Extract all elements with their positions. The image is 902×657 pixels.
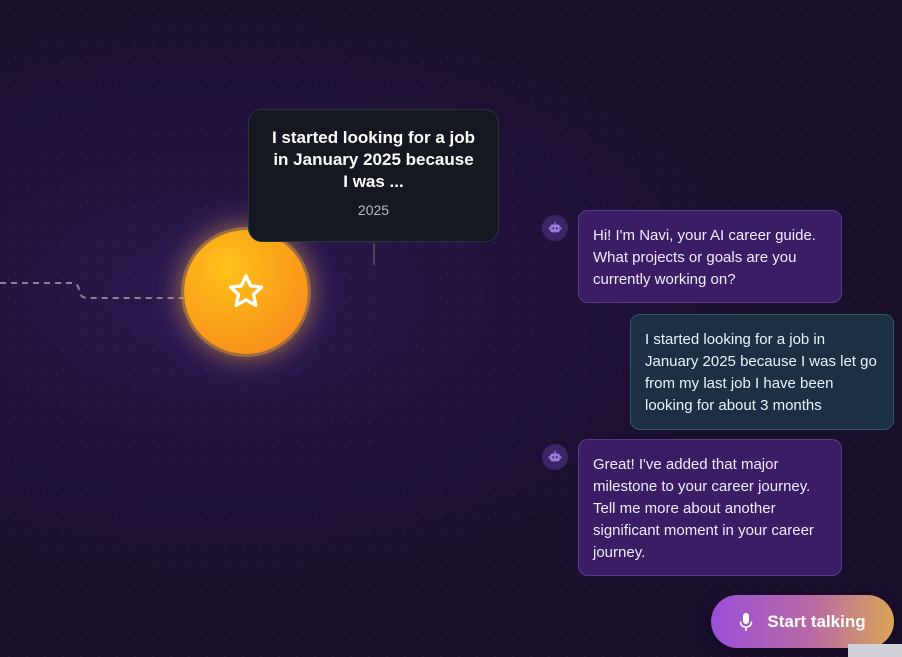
bot-avatar [542, 444, 568, 470]
bot-avatar [542, 215, 568, 241]
milestone-tooltip: I started looking for a job in January 2… [248, 109, 499, 242]
start-talking-label: Start talking [767, 611, 866, 631]
journey-canvas: I started looking for a job in January 2… [0, 0, 902, 657]
corner-overlay [848, 644, 902, 657]
chat-message-bot: Hi! I'm Navi, your AI career guide. What… [578, 210, 842, 303]
milestone-title: I started looking for a job in January 2… [271, 128, 476, 191]
start-talking-button[interactable]: Start talking [711, 595, 894, 648]
robot-icon [548, 221, 562, 233]
milestone-year: 2025 [357, 202, 390, 218]
chat-message-user: I started looking for a job in January 2… [630, 314, 894, 430]
robot-icon [548, 450, 562, 462]
microphone-icon [740, 612, 753, 631]
milestone-node[interactable] [184, 230, 308, 354]
tooltip-connector [373, 243, 375, 265]
star-icon [228, 274, 264, 307]
chat-message-bot: Great! I've added that major milestone t… [578, 439, 842, 576]
